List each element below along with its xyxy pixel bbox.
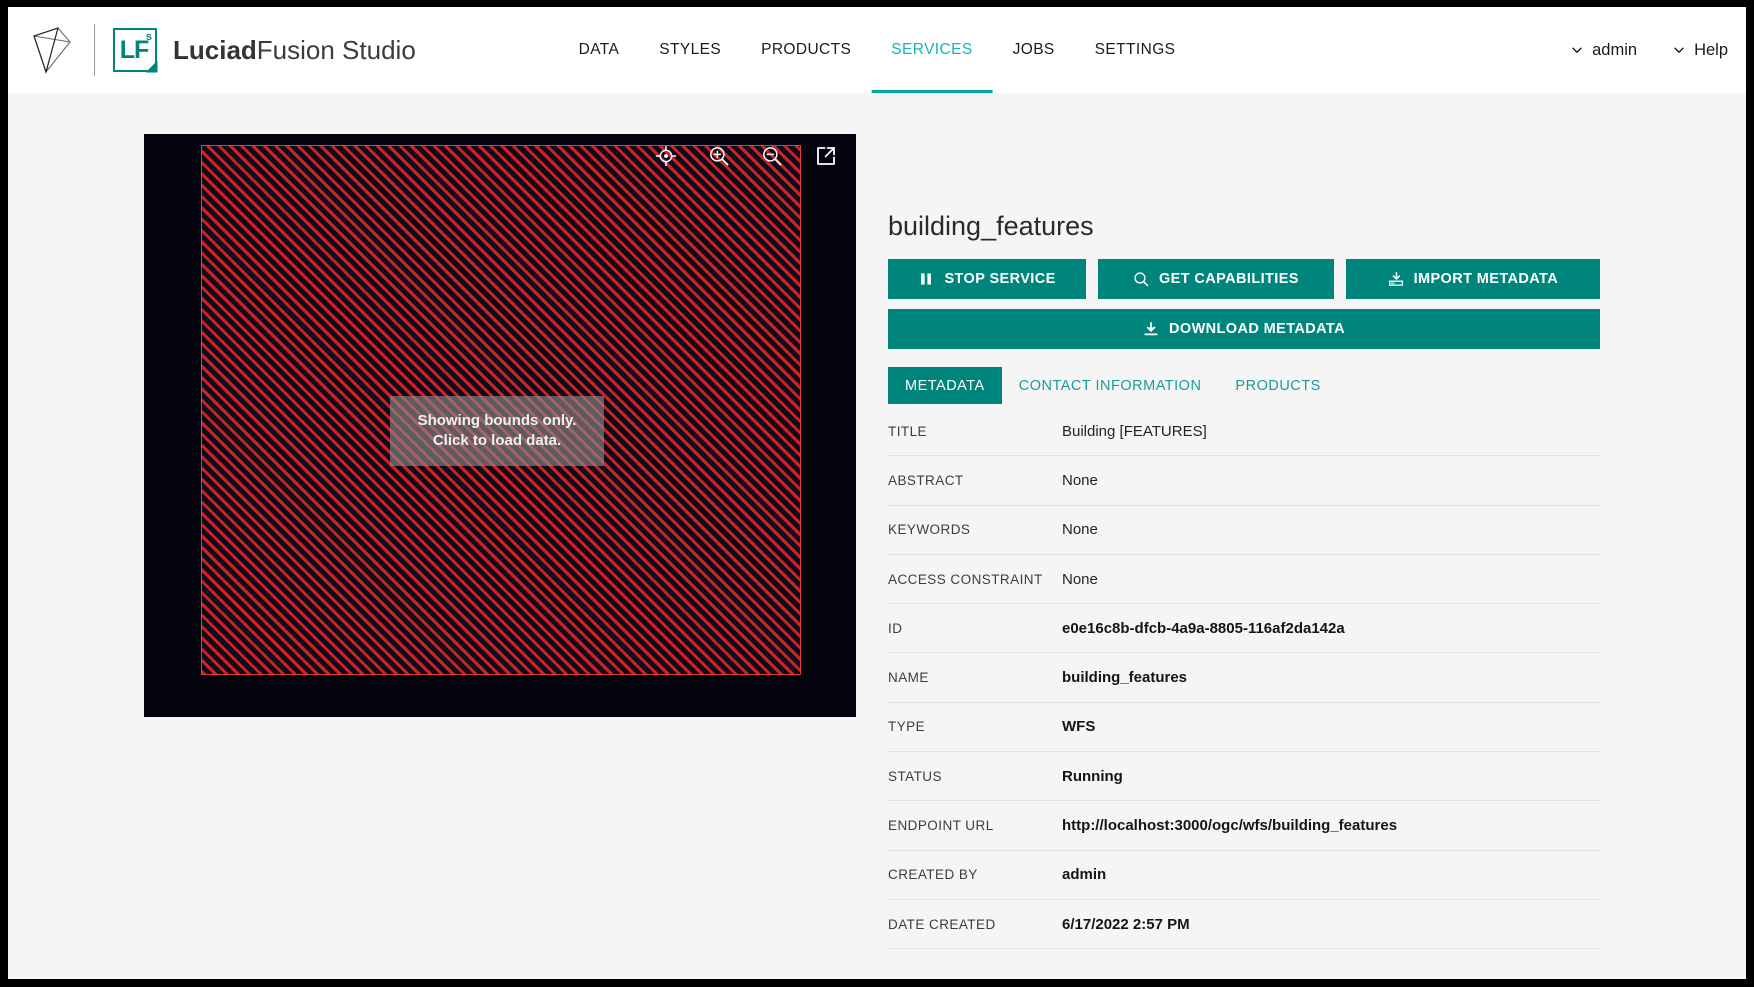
metadata-value: building_features [1062,669,1188,687]
metadata-value: None [1062,521,1098,539]
nav-item-products[interactable]: PRODUCTS [741,7,871,93]
metadata-key: TYPE [888,719,926,735]
map-notice-line-1: Showing bounds only. [417,411,577,429]
user-menu[interactable]: admin [1571,41,1637,60]
lf-badge-text: LF [119,35,150,64]
user-menu-label: admin [1592,40,1638,59]
brand-block: LF s LuciadFusion Studio [8,22,416,78]
download-icon [1144,321,1158,336]
service-title: building_features [888,211,1094,241]
metadata-key: KEYWORDS [888,522,971,538]
get-capabilities-button[interactable]: GET CAPABILITIES [1098,259,1334,299]
metadata-row-abstract: ABSTRACT None [888,456,1600,506]
metadata-row-type: TYPE WFS [888,703,1600,753]
brand-divider [94,24,95,76]
metadata-key: ABSTRACT [888,472,964,488]
metadata-row-name: NAME building_features [888,653,1600,703]
stop-service-label: STOP SERVICE [944,271,1056,287]
app-title-prefix: Luciad [173,34,257,65]
app-title: LuciadFusion Studio [173,35,416,66]
metadata-value[interactable]: http://localhost:3000/ogc/wfs/building_f… [1062,817,1397,834]
zoom-in-icon[interactable] [708,145,730,167]
metadata-value: e0e16c8b-dfcb-4a9a-8805-116af2da142a [1062,619,1345,637]
nav-item-styles[interactable]: STYLES [639,7,741,93]
metadata-key: DATE CREATED [888,916,996,932]
map-bounds-notice: Showing bounds only. Click to load data. [390,396,604,466]
main-navigation: DATA STYLES PRODUCTS SERVICES JOBS SETTI… [559,7,1196,93]
fit-bounds-icon[interactable] [655,145,677,167]
download-metadata-button[interactable]: DOWNLOAD METADATA [888,309,1600,349]
service-action-row-primary: STOP SERVICE GET CAPABILITIES IMPORT MET… [888,259,1600,299]
pause-icon [921,273,932,285]
metadata-row-created-by: CREATED BY admin [888,851,1600,900]
import-icon [1388,271,1403,286]
metadata-key: STATUS [888,768,942,784]
metadata-row-date-created: DATE CREATED 6/17/2022 2:57 PM [888,900,1600,950]
help-menu-label: Help [1694,40,1728,59]
app-window: LF s LuciadFusion Studio DATA STYLES PRO… [8,7,1746,979]
metadata-value: Building [FEATURES] [1062,422,1207,440]
metadata-row-keywords: KEYWORDS None [888,506,1600,555]
chevron-down-icon [1674,47,1684,53]
import-metadata-button[interactable]: IMPORT METADATA [1345,259,1600,299]
metadata-key: ID [888,620,903,636]
zoom-out-icon[interactable] [761,145,783,167]
map-toolbar [655,144,838,168]
status-badge: Running [1062,767,1123,785]
nav-item-data[interactable]: DATA [559,7,640,93]
search-icon [1134,272,1149,287]
service-details-panel: building_features STOP SERVICE GET CAPAB… [888,211,1600,950]
metadata-row-id: ID e0e16c8b-dfcb-4a9a-8805-116af2da142a [888,604,1600,654]
lf-badge-superscript: s [145,31,152,43]
open-external-icon[interactable] [814,144,838,168]
page-content: Showing bounds only. Click to load data. [8,93,1746,979]
metadata-value: None [1062,471,1098,489]
get-capabilities-label: GET CAPABILITIES [1159,271,1299,287]
metadata-row-title: TITLE Building [FEATURES] [888,407,1600,457]
metadata-key: NAME [888,670,929,686]
details-tabs: METADATA CONTACT INFORMATION PRODUCTS [888,367,1600,404]
map-notice-line-2: Click to load data. [432,432,562,449]
app-header: LF s LuciadFusion Studio DATA STYLES PRO… [8,7,1746,93]
metadata-value: admin [1062,866,1107,884]
nav-item-services[interactable]: SERVICES [871,7,993,93]
tab-metadata[interactable]: METADATA [888,367,1002,404]
metadata-row-endpoint-url: ENDPOINT URL http://localhost:3000/ogc/w… [888,801,1600,851]
chevron-down-icon [1572,47,1582,53]
tab-contact-information[interactable]: CONTACT INFORMATION [1002,367,1219,404]
metadata-row-status: STATUS Running [888,752,1600,802]
service-action-row-secondary: DOWNLOAD METADATA [888,309,1600,349]
lf-logo-badge: LF s [113,28,158,73]
map-preview-panel[interactable]: Showing bounds only. Click to load data. [144,134,856,717]
tab-products[interactable]: PRODUCTS [1218,367,1337,404]
nav-item-settings[interactable]: SETTINGS [1075,7,1196,93]
metadata-value: 6/17/2022 2:57 PM [1062,915,1190,933]
import-metadata-label: IMPORT METADATA [1413,271,1559,287]
nav-item-jobs[interactable]: JOBS [993,7,1075,93]
metadata-table: TITLE Building [FEATURES] ABSTRACT None … [888,407,1600,950]
metadata-value: None [1062,570,1098,588]
app-title-suffix: Fusion Studio [256,34,416,65]
metadata-row-access-constraint: ACCESS CONSTRAINT None [888,555,1600,605]
metadata-key: TITLE [888,423,928,439]
metadata-key: ACCESS CONSTRAINT [888,571,1043,587]
metadata-key: ENDPOINT URL [888,818,994,834]
metadata-key: CREATED BY [888,867,978,883]
metadata-value: WFS [1062,718,1096,736]
download-metadata-label: DOWNLOAD METADATA [1169,321,1345,337]
header-right-group: admin Help [1571,7,1728,93]
help-menu[interactable]: Help [1673,41,1728,60]
stop-service-button[interactable]: STOP SERVICE [888,259,1087,299]
luciad-mark-icon [33,27,71,75]
